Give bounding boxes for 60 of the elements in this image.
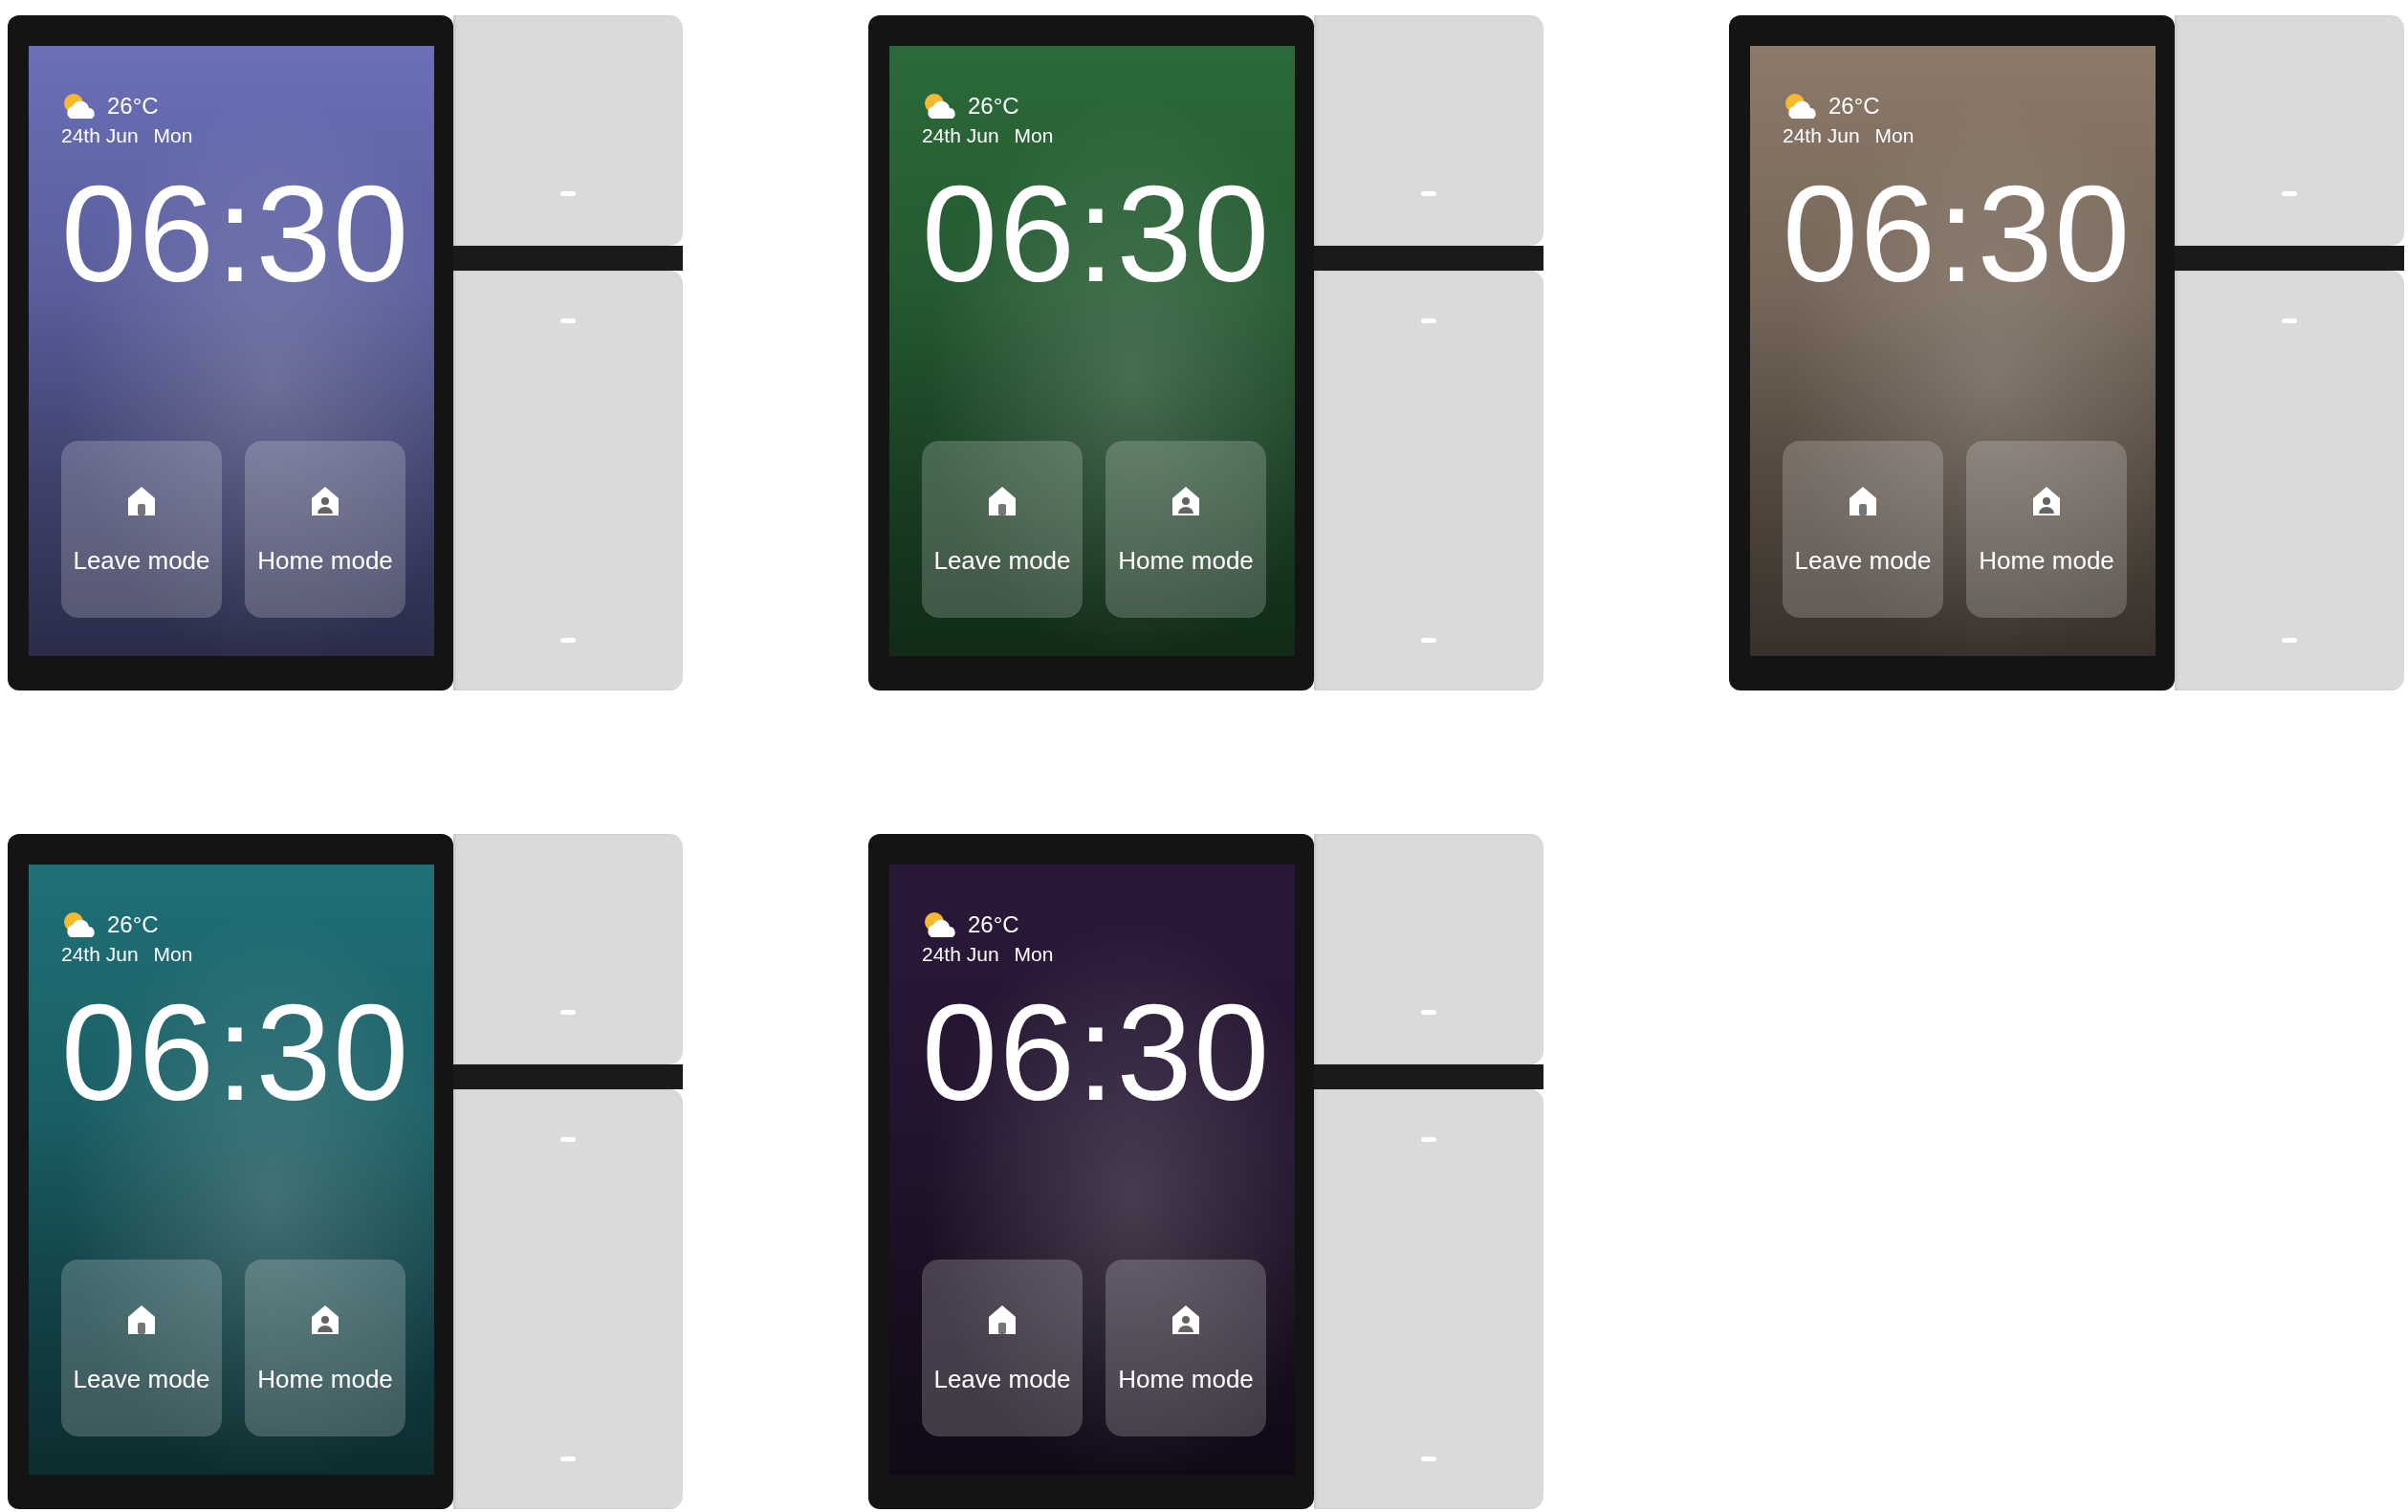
- switch-panel[interactable]: [453, 834, 683, 1064]
- mode-button[interactable]: Home mode: [1105, 1260, 1266, 1436]
- weekday: Mon: [153, 943, 193, 966]
- temperature: 26°C: [968, 911, 1019, 938]
- weekday: Mon: [153, 124, 193, 147]
- switch-panel[interactable]: [453, 15, 683, 246]
- indicator-mark: [1421, 1010, 1436, 1015]
- date: 24th Jun: [61, 124, 139, 147]
- mode-button[interactable]: Home mode: [245, 1260, 405, 1436]
- switch-panel[interactable]: [453, 271, 683, 690]
- date: 24th Jun: [61, 943, 139, 966]
- date: 24th Jun: [1783, 124, 1860, 147]
- indicator-mark: [560, 638, 576, 643]
- date: 24th Jun: [922, 124, 999, 147]
- temperature: 26°C: [107, 93, 159, 120]
- indicator-mark: [1421, 318, 1436, 323]
- indicator-mark: [2282, 638, 2297, 643]
- switch-panel[interactable]: [2175, 15, 2404, 246]
- clock-time: 06:30: [61, 985, 405, 1121]
- clock-time: 06:30: [922, 985, 1266, 1121]
- mode-button[interactable]: Leave mode: [922, 1260, 1083, 1436]
- switch-panel[interactable]: [1314, 1089, 1543, 1509]
- indicator-mark: [1421, 638, 1436, 643]
- mode-button[interactable]: Leave mode: [61, 441, 222, 618]
- indicator-mark: [560, 318, 576, 323]
- temperature: 26°C: [1828, 93, 1880, 120]
- switch-panel[interactable]: [453, 1089, 683, 1509]
- indicator-mark: [560, 1010, 576, 1015]
- partly-cloudy-icon: [922, 92, 958, 121]
- mode-button[interactable]: Leave mode: [1783, 441, 1943, 618]
- date: 24th Jun: [922, 943, 999, 966]
- indicator-mark: [2282, 318, 2297, 323]
- mode-button[interactable]: Home mode: [1105, 441, 1266, 618]
- mode-button[interactable]: Leave mode: [922, 441, 1083, 618]
- partly-cloudy-icon: [61, 92, 98, 121]
- temperature: 26°C: [968, 93, 1019, 120]
- partly-cloudy-icon: [1783, 92, 1819, 121]
- switch-panel[interactable]: [1314, 271, 1543, 690]
- indicator-mark: [560, 191, 576, 196]
- partly-cloudy-icon: [61, 910, 98, 939]
- partly-cloudy-icon: [922, 910, 958, 939]
- temperature: 26°C: [107, 911, 159, 938]
- clock-time: 06:30: [1783, 166, 2127, 302]
- mode-button[interactable]: Home mode: [245, 441, 405, 618]
- mode-button[interactable]: Home mode: [1966, 441, 2127, 618]
- mode-button[interactable]: Leave mode: [61, 1260, 222, 1436]
- indicator-mark: [1421, 1457, 1436, 1461]
- switch-panel[interactable]: [1314, 15, 1543, 246]
- indicator-mark: [560, 1457, 576, 1461]
- indicator-mark: [1421, 1137, 1436, 1142]
- weekday: Mon: [1874, 124, 1915, 147]
- weekday: Mon: [1014, 124, 1054, 147]
- switch-panel[interactable]: [1314, 834, 1543, 1064]
- clock-time: 06:30: [61, 166, 405, 302]
- indicator-mark: [2282, 191, 2297, 196]
- indicator-mark: [560, 1137, 576, 1142]
- weekday: Mon: [1014, 943, 1054, 966]
- switch-panel[interactable]: [2175, 271, 2404, 690]
- indicator-mark: [1421, 191, 1436, 196]
- clock-time: 06:30: [922, 166, 1266, 302]
